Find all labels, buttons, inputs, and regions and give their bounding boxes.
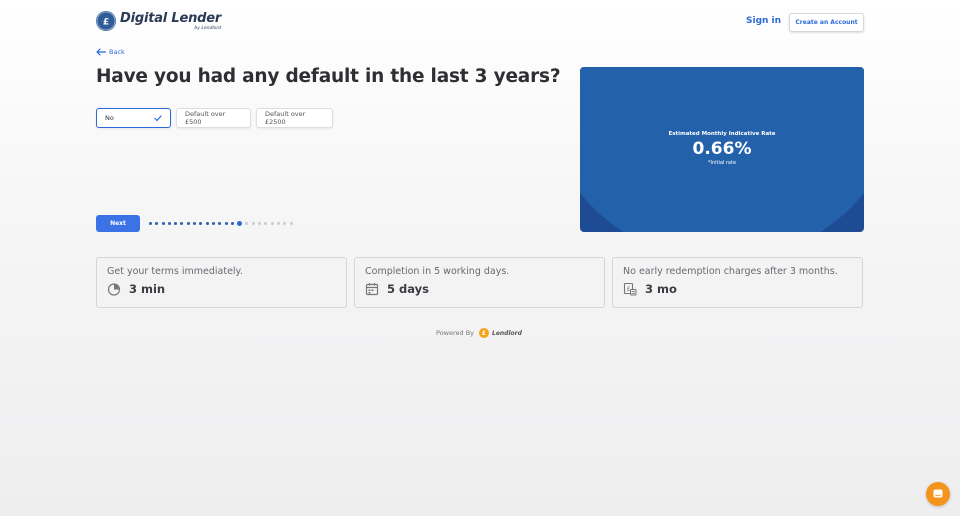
powered-by-label: Powered By — [436, 329, 475, 337]
progress-dot — [199, 222, 203, 225]
feature-list: Get your terms immediately. 3 min Comple… — [96, 257, 863, 308]
feature-card-redemption: No early redemption charges after 3 mont… — [612, 257, 863, 308]
chat-button[interactable] — [926, 482, 950, 506]
feature-value: 3 min — [129, 282, 166, 296]
progress-dot — [270, 222, 274, 225]
feature-value: 3 mo — [645, 282, 677, 296]
rate-card: Estimated Monthly Indicative Rate 0.66% … — [580, 67, 864, 232]
chat-icon — [933, 489, 943, 498]
feature-card-terms: Get your terms immediately. 3 min — [96, 257, 347, 308]
option-label: Default over £500 — [185, 110, 226, 126]
rate-note: *Initial rate — [707, 160, 737, 166]
arrow-left-icon — [96, 48, 106, 56]
back-link[interactable]: Back — [96, 48, 125, 56]
feature-title: Completion in 5 working days. — [365, 266, 510, 277]
logo-mark-icon: £ — [96, 11, 116, 31]
progress-dot — [251, 222, 255, 225]
back-label: Back — [109, 48, 125, 56]
progress-dot — [289, 222, 293, 225]
progress-dot — [180, 222, 184, 225]
option-label: Default over £2500 — [265, 110, 306, 126]
feature-title: Get your terms immediately. — [107, 266, 243, 277]
progress-dot — [186, 222, 190, 225]
clock-icon — [107, 283, 121, 296]
powered-by: Powered By £ Lendlord — [436, 328, 522, 338]
rate-label: Estimated Monthly Indicative Rate — [668, 131, 776, 137]
progress-dot — [258, 222, 262, 225]
check-icon — [154, 114, 162, 121]
progress-dot — [211, 222, 215, 225]
progress-dot — [174, 222, 178, 225]
step-progress — [149, 221, 296, 226]
progress-dot — [161, 222, 165, 225]
progress-dot — [264, 222, 268, 225]
option-label: No — [105, 114, 114, 122]
lendlord-brand[interactable]: Lendlord — [492, 330, 522, 337]
progress-dot — [230, 222, 234, 225]
progress-dot — [276, 222, 280, 225]
progress-dot — [149, 222, 152, 225]
svg-text:£: £ — [103, 18, 109, 28]
logo-subtitle: by Lendlord — [194, 25, 222, 31]
progress-dot — [155, 222, 159, 225]
calendar-icon — [365, 283, 379, 296]
progress-dot — [224, 222, 228, 225]
create-account-button[interactable]: Create an Account — [789, 13, 864, 32]
document-pound-icon: £ — [623, 282, 637, 296]
logo-title: Digital Lender — [120, 10, 222, 26]
feature-value: 5 days — [387, 282, 429, 296]
progress-dot — [283, 222, 287, 225]
next-button[interactable]: Next — [96, 215, 140, 232]
feature-title: No early redemption charges after 3 mont… — [623, 266, 838, 277]
progress-dot — [245, 222, 249, 225]
progress-dot — [193, 222, 197, 225]
logo[interactable]: £ Digital Lender by Lendlord — [96, 11, 221, 31]
option-no[interactable]: No — [96, 108, 171, 128]
progress-dot-current — [237, 221, 243, 226]
default-options: No Default over £500 Default over £2500 — [96, 108, 338, 128]
progress-dot — [167, 222, 171, 225]
lendlord-coin-icon: £ — [479, 328, 490, 338]
rate-value: 0.66% — [692, 139, 752, 159]
progress-dot — [218, 222, 222, 225]
svg-text:£: £ — [627, 286, 631, 293]
option-default-over-500[interactable]: Default over £500 — [176, 108, 251, 128]
progress-dot — [205, 222, 209, 225]
feature-card-completion: Completion in 5 working days. 5 days — [354, 257, 605, 308]
header: £ Digital Lender by Lendlord Sign in Cre… — [96, 11, 864, 35]
page-title: Have you had any default in the last 3 y… — [96, 66, 561, 87]
option-default-over-2500[interactable]: Default over £2500 — [256, 108, 333, 128]
sign-in-link[interactable]: Sign in — [746, 16, 781, 26]
